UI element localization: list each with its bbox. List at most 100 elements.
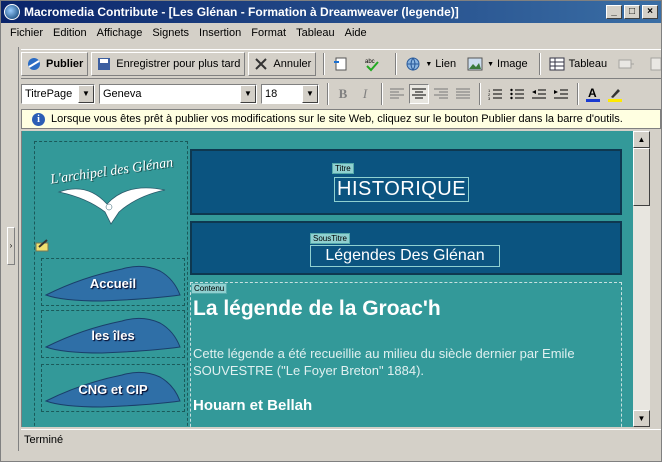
highlight-icon: [608, 89, 622, 102]
content-heading[interactable]: La légende de la Groac'h: [193, 297, 441, 321]
save-later-label: Enregistrer pour plus tard: [116, 58, 241, 70]
bold-button[interactable]: B: [333, 84, 353, 104]
outdent-button[interactable]: [529, 84, 549, 104]
font-dropdown-arrow-icon[interactable]: ▼: [240, 85, 256, 103]
style-dropdown-arrow-icon[interactable]: ▼: [78, 85, 94, 103]
italic-button[interactable]: I: [355, 84, 375, 104]
bullet-list-icon: [510, 88, 524, 100]
page-title[interactable]: HISTORIQUE: [334, 177, 470, 202]
toolbar-separator: [395, 53, 398, 75]
window-title: Macromedia Contribute - [Les Glénan - Fo…: [24, 5, 459, 19]
justify-icon: [456, 88, 470, 99]
status-bar: Terminé: [21, 429, 661, 449]
link-icon: [405, 56, 421, 72]
maximize-button[interactable]: □: [624, 5, 640, 19]
menu-format[interactable]: Format: [246, 27, 291, 39]
page-properties-icon: [333, 56, 349, 72]
highlight-color-button[interactable]: [605, 84, 625, 104]
image-dropdown-arrow-icon[interactable]: ▼: [487, 61, 494, 68]
seagull-logo-icon: [57, 187, 166, 225]
left-navigation-column: L'archipel des Glénan Accueil les îles C…: [34, 141, 188, 427]
svg-text:A: A: [588, 86, 597, 100]
page-editor-canvas[interactable]: L'archipel des Glénan Accueil les îles C…: [21, 131, 633, 427]
font-select[interactable]: Geneva ▼: [99, 84, 257, 104]
style-select[interactable]: TitrePage ▼: [21, 84, 95, 104]
soustitre-region[interactable]: SousTitre Légendes Des Glénan: [190, 221, 622, 275]
align-center-icon: [412, 88, 426, 99]
indent-button[interactable]: [551, 84, 571, 104]
info-bar: i Lorsque vous êtes prêt à publier vos m…: [21, 109, 661, 129]
nav-label-cng-cip: CNG et CIP: [78, 382, 148, 397]
toolbar-separator: [327, 83, 329, 105]
minimize-button[interactable]: _: [606, 5, 622, 19]
align-right-button[interactable]: [431, 84, 451, 104]
titre-region[interactable]: Titre HISTORIQUE: [190, 149, 622, 215]
main-toolbar: Publier Enregistrer pour plus tard Annul…: [21, 49, 662, 79]
insert-image-button[interactable]: ▼ Image: [463, 52, 532, 76]
sidebar-expand-handle[interactable]: ›: [7, 227, 15, 265]
menu-insertion[interactable]: Insertion: [194, 27, 246, 39]
insert-column-icon: [649, 56, 662, 72]
soustitre-region-tag: SousTitre: [310, 233, 350, 244]
menu-signets[interactable]: Signets: [147, 27, 194, 39]
align-left-button[interactable]: [387, 84, 407, 104]
justify-button[interactable]: [453, 84, 473, 104]
align-center-button[interactable]: [409, 84, 429, 104]
text-color-button[interactable]: A: [583, 84, 603, 104]
cancel-button[interactable]: Annuler: [248, 52, 317, 76]
title-bar[interactable]: Macromedia Contribute - [Les Glénan - Fo…: [1, 1, 661, 23]
numbered-list-button[interactable]: 123: [485, 84, 505, 104]
publish-button[interactable]: Publier: [21, 52, 89, 76]
insert-link-button[interactable]: ▼ Lien: [401, 52, 460, 76]
sidebar-collapsed: ›: [3, 47, 19, 451]
close-button[interactable]: ×: [642, 5, 658, 19]
menu-tableau[interactable]: Tableau: [291, 27, 340, 39]
nav-button-cng-cip[interactable]: CNG et CIP: [41, 364, 185, 412]
align-right-icon: [434, 88, 448, 99]
toolbar-separator: [538, 53, 541, 75]
image-label: Image: [497, 58, 528, 70]
nav-label-les-iles: les îles: [91, 328, 135, 343]
outdent-icon: [532, 89, 546, 99]
scroll-thumb[interactable]: [633, 148, 650, 206]
edit-pencil-icon[interactable]: [35, 239, 51, 253]
info-icon: i: [32, 112, 45, 126]
contribute-app-icon: [4, 4, 20, 20]
nav-button-accueil[interactable]: Accueil: [41, 258, 185, 306]
content-paragraph[interactable]: Cette légende a été recueillie au milieu…: [193, 345, 613, 379]
bullet-list-button[interactable]: [507, 84, 527, 104]
menu-affichage[interactable]: Affichage: [92, 27, 148, 39]
page-subtitle[interactable]: Légendes Des Glénan: [310, 245, 500, 267]
insert-row-icon: [618, 56, 635, 72]
menu-fichier[interactable]: Fichier: [5, 27, 48, 39]
save-later-button[interactable]: Enregistrer pour plus tard: [91, 52, 246, 76]
content-subheading[interactable]: Houarn et Bellah: [193, 397, 312, 414]
nav-button-les-iles[interactable]: les îles: [41, 310, 185, 358]
publish-icon: [26, 56, 42, 72]
scroll-up-icon[interactable]: ▲: [633, 131, 650, 148]
toolbar-separator: [479, 83, 481, 105]
status-text: Terminé: [24, 433, 64, 446]
table-icon: [549, 56, 565, 72]
spellcheck-icon: abc: [364, 56, 380, 72]
font-value: Geneva: [103, 88, 142, 100]
scroll-down-icon[interactable]: ▼: [633, 410, 650, 427]
menu-aide[interactable]: Aide: [340, 27, 372, 39]
size-dropdown-arrow-icon[interactable]: ▼: [302, 85, 318, 103]
link-label: Lien: [435, 58, 457, 70]
size-select[interactable]: 18 ▼: [261, 84, 319, 104]
contenu-region[interactable]: Contenu La légende de la Groac'h Cette l…: [190, 282, 622, 427]
page-properties-button[interactable]: [329, 52, 357, 76]
table-row-button[interactable]: [614, 52, 642, 76]
insert-table-button[interactable]: Tableau: [545, 52, 612, 76]
vertical-scrollbar[interactable]: ▲ ▼: [633, 131, 650, 427]
toolbar-separator: [381, 83, 383, 105]
text-color-icon: A: [586, 86, 600, 102]
nav-label-accueil: Accueil: [89, 276, 137, 291]
numbered-list-icon: 123: [488, 88, 502, 100]
indent-icon: [554, 89, 568, 99]
table-column-button[interactable]: [645, 52, 662, 76]
menu-edition[interactable]: Edition: [48, 27, 92, 39]
link-dropdown-arrow-icon[interactable]: ▼: [425, 61, 432, 68]
spellcheck-button[interactable]: abc: [360, 52, 388, 76]
